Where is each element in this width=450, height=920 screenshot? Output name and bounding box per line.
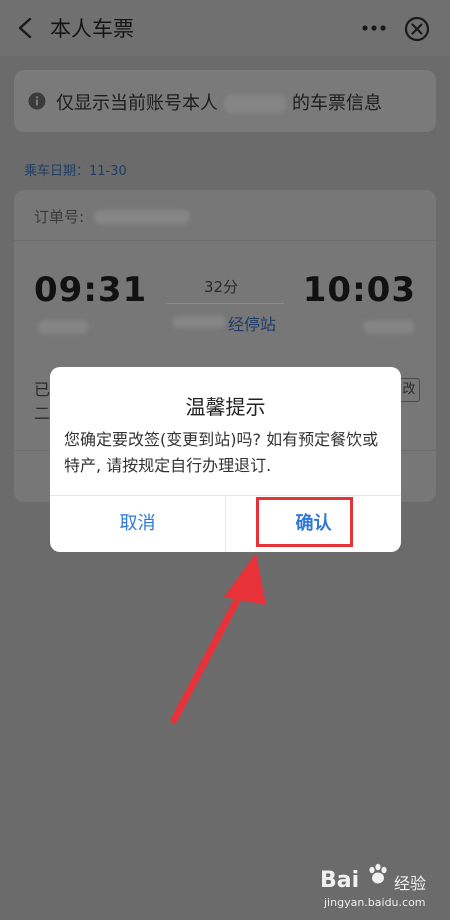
watermark-url: jingyan.baidu.com — [324, 896, 426, 909]
blurred-arrival-station — [364, 320, 414, 334]
duration-line — [166, 303, 284, 304]
departure-time: 09:31 — [34, 270, 148, 310]
more-dots-icon[interactable] — [360, 16, 388, 40]
blurred-name — [224, 95, 286, 113]
arrival-time: 10:03 — [302, 270, 416, 310]
account-notice: 仅显示当前账号本人 的车票信息 — [14, 70, 436, 132]
passenger-info-partial: 已 — [34, 380, 51, 399]
cancel-button[interactable]: 取消 — [50, 496, 225, 552]
watermark-product: 经验 — [394, 874, 427, 893]
order-number-label: 订单号: — [34, 208, 85, 226]
notice-text-prefix: 仅显示当前账号本人 — [56, 93, 218, 114]
dialog-title: 温馨提示 — [185, 395, 266, 419]
dialog-message: 您确定要改签(变更到站)吗? 如有预定餐饮或特产, 请按规定自行办理退订. — [64, 430, 379, 475]
paw-icon — [369, 863, 387, 884]
back-arrow-icon[interactable] — [14, 16, 38, 40]
baidu-watermark: Bai 经验 jingyan.baidu.com — [320, 862, 440, 912]
blurred-departure-station — [38, 320, 88, 334]
confirm-highlight-box — [256, 497, 353, 547]
info-icon — [28, 92, 46, 110]
blurred-order-number — [94, 210, 190, 224]
top-bar: 本人车票 — [0, 0, 450, 56]
ride-date: 乘车日期：11-30 — [24, 164, 127, 179]
watermark-brand: Bai — [320, 868, 360, 893]
trip-duration: 32分 — [204, 278, 239, 296]
notice-text-suffix: 的车票信息 — [292, 93, 382, 114]
change-badge[interactable]: 改 — [398, 378, 420, 402]
notice-text: 仅显示当前账号本人 的车票信息 — [56, 89, 382, 115]
blurred-train-number — [172, 316, 226, 328]
stops-link[interactable]: 经停站 — [228, 311, 276, 335]
red-arrow-icon — [170, 553, 266, 724]
close-circle-icon[interactable] — [404, 16, 430, 42]
divider — [14, 240, 436, 241]
seat-info-partial: 二 — [34, 404, 51, 423]
page-title: 本人车票 — [50, 17, 134, 41]
